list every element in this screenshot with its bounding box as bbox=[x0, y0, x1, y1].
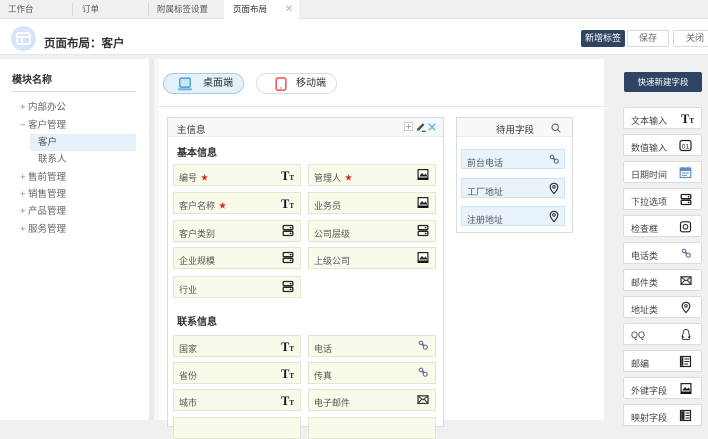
svg-text:01: 01 bbox=[682, 144, 690, 151]
